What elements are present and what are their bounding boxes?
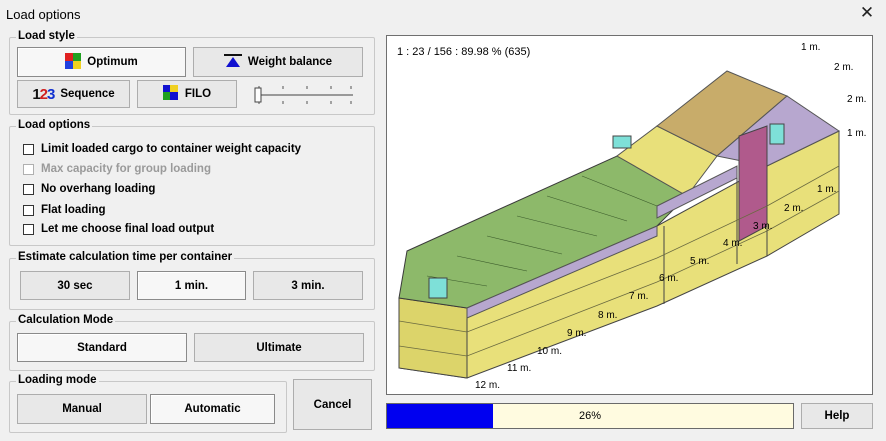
meter-label: 4 m. — [723, 238, 742, 249]
container-3d-illustration: 1 m. 2 m. 2 m. 1 m. 1 m. 2 m. 3 m. 4 m. … — [398, 42, 866, 391]
meter-label: 8 m. — [598, 310, 617, 321]
checkbox-box[interactable] — [23, 204, 34, 216]
checkbox-label: Flat loading — [41, 204, 106, 216]
meter-label: 2 m. — [784, 203, 803, 214]
calc-mode-legend: Calculation Mode — [16, 314, 116, 326]
meter-label: 3 m. — [753, 221, 772, 232]
load-options-legend: Load options — [16, 119, 93, 131]
meter-label: 5 m. — [690, 256, 709, 267]
meter-label: 9 m. — [567, 328, 586, 339]
help-button[interactable]: Help — [801, 403, 873, 429]
time-30sec-button[interactable]: 30 sec — [20, 271, 130, 300]
time-1min-button[interactable]: 1 min. — [137, 271, 246, 300]
checkbox-label: Max capacity for group loading — [41, 163, 211, 175]
estimate-legend: Estimate calculation time per container — [16, 251, 235, 263]
window-title: Load options — [6, 7, 81, 22]
no-overhang-checkbox[interactable]: No overhang loading — [23, 183, 155, 195]
weight-balance-label: Weight balance — [247, 56, 333, 68]
progress-bar: 26% — [386, 403, 794, 429]
weight-balance-icon — [223, 53, 242, 71]
limit-weight-checkbox[interactable]: Limit loaded cargo to container weight c… — [23, 143, 301, 155]
checkbox-box — [23, 163, 34, 175]
filo-slider[interactable] — [253, 83, 355, 105]
meter-label: 2 m. — [847, 94, 866, 105]
choose-final-output-checkbox[interactable]: Let me choose final load output — [23, 223, 214, 235]
meter-label: 10 m. — [537, 346, 562, 357]
standard-mode-button[interactable]: Standard — [17, 333, 187, 362]
checkbox-label: No overhang loading — [41, 183, 156, 195]
meter-label: 7 m. — [629, 291, 648, 302]
load-style-legend: Load style — [16, 30, 77, 42]
ultimate-mode-button[interactable]: Ultimate — [194, 333, 364, 362]
close-icon[interactable]: ✕ — [856, 2, 878, 24]
max-capacity-checkbox: Max capacity for group loading — [23, 163, 211, 175]
meter-label: 1 m. — [847, 128, 866, 139]
loading-mode-legend: Loading mode — [16, 374, 99, 386]
filo-label: FILO — [184, 88, 212, 100]
title-bar: Load options ✕ — [0, 0, 886, 28]
checkbox-box[interactable] — [23, 223, 34, 235]
meter-label: 6 m. — [659, 273, 678, 284]
progress-label: 26% — [578, 410, 602, 422]
meter-label: 12 m. — [475, 380, 500, 391]
container-load-viewer[interactable]: 1 : 23 / 156 : 89.98 % (635) 1 m. 2 m. 2… — [386, 35, 873, 395]
weight-balance-button[interactable]: Weight balance — [193, 47, 363, 77]
sequence-icon: 123 — [32, 85, 55, 103]
optimum-button[interactable]: Optimum — [17, 47, 186, 77]
sequence-button[interactable]: 123 Sequence — [17, 80, 130, 108]
optimum-icon — [65, 52, 82, 72]
meter-label: 1 m. — [817, 184, 836, 195]
manual-button[interactable]: Manual — [17, 394, 147, 424]
meter-label: 11 m. — [507, 363, 531, 374]
checkbox-box[interactable] — [23, 183, 34, 195]
time-3min-button[interactable]: 3 min. — [253, 271, 363, 300]
sequence-label: Sequence — [60, 88, 115, 100]
cancel-button[interactable]: Cancel — [293, 379, 372, 430]
flat-loading-checkbox[interactable]: Flat loading — [23, 204, 106, 216]
meter-label: 2 m. — [834, 62, 853, 73]
meter-label: 1 m. — [801, 42, 820, 53]
checkbox-label: Let me choose final load output — [41, 223, 215, 235]
optimum-label: Optimum — [87, 56, 138, 68]
checkbox-label: Limit loaded cargo to container weight c… — [41, 143, 302, 155]
automatic-button[interactable]: Automatic — [150, 394, 275, 424]
filo-button[interactable]: FILO — [137, 80, 237, 108]
filo-icon — [162, 84, 179, 104]
checkbox-box[interactable] — [23, 143, 34, 155]
